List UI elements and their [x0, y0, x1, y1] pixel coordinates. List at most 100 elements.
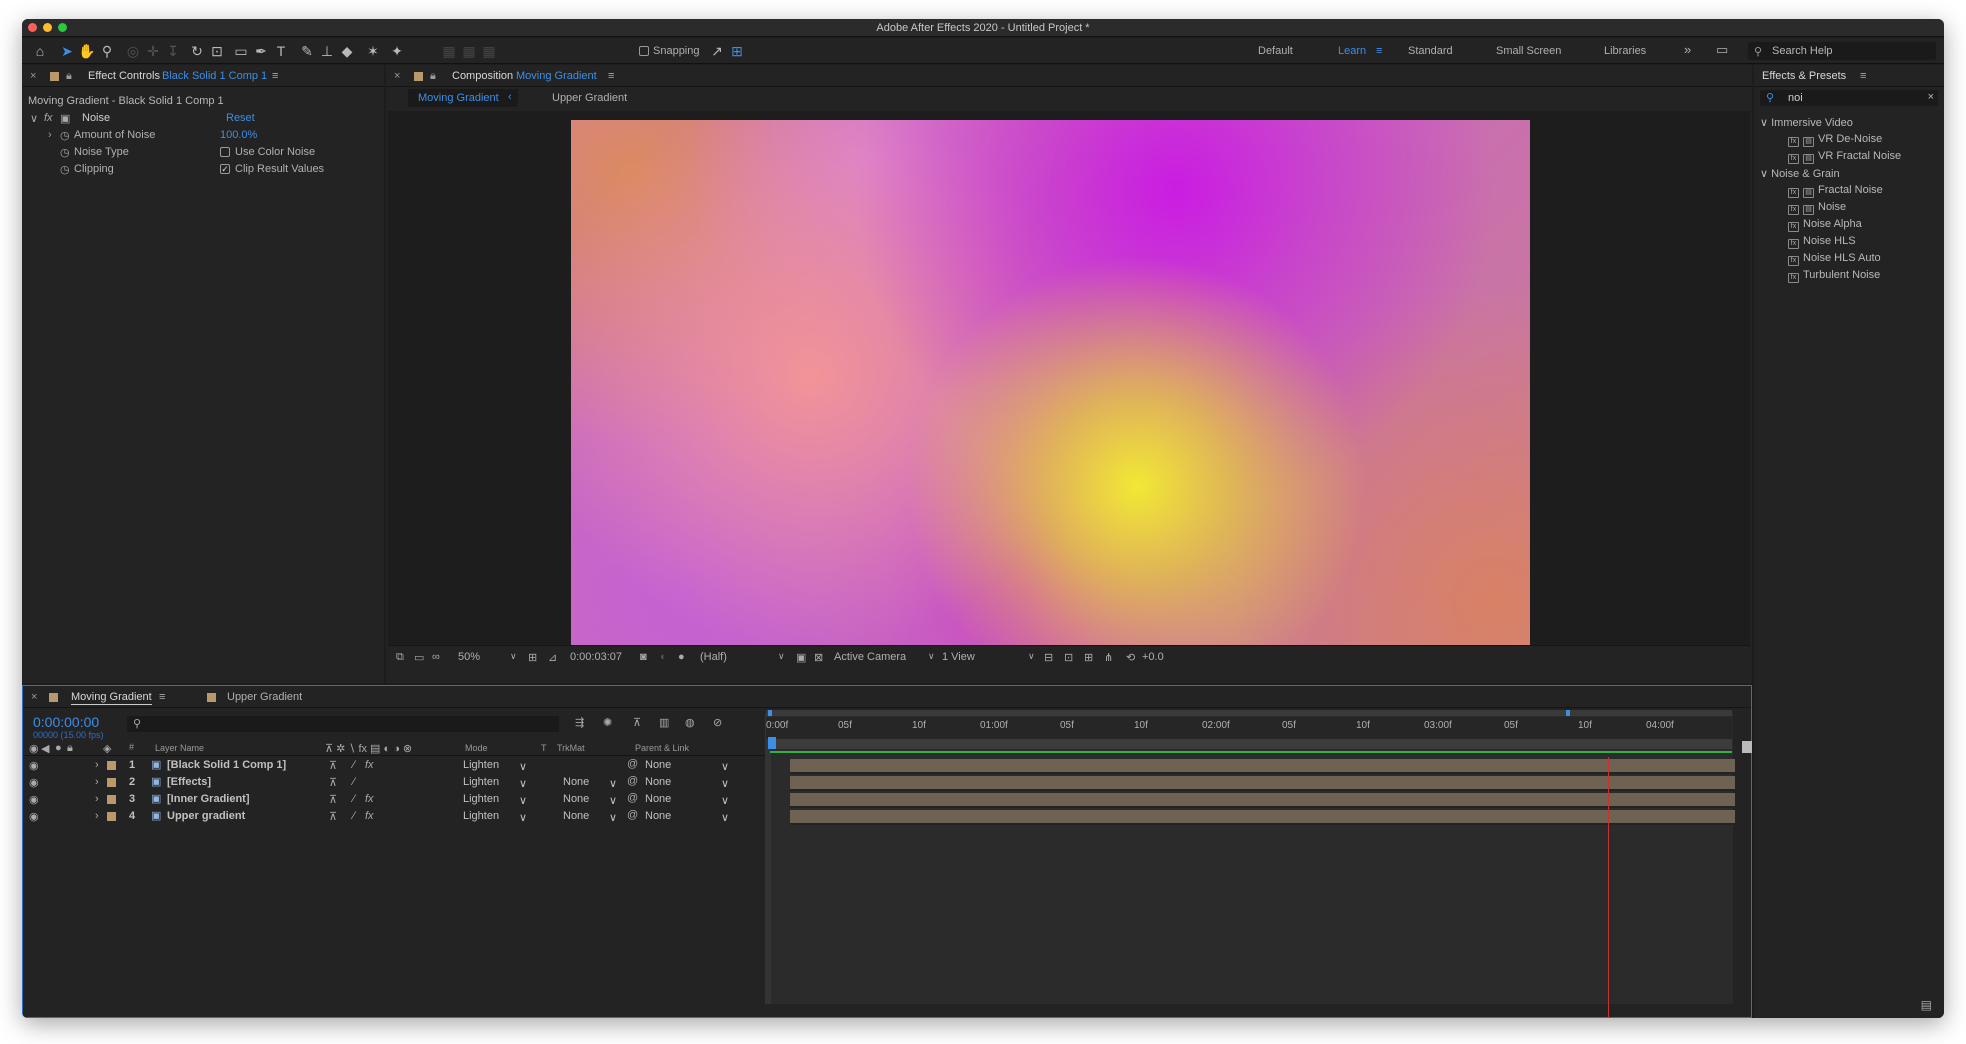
timeline-track-area[interactable] [771, 714, 1733, 1004]
flowchart-icon[interactable]: ⋔ [1104, 651, 1113, 664]
current-timecode[interactable]: 0:00:00:00 [33, 714, 99, 730]
resolution-dropdown[interactable]: (Half) [700, 651, 727, 663]
effect-item[interactable]: fx ▤ VR Fractal Noise [1788, 150, 1901, 164]
layer-row[interactable]: ◉ › 3 ▣ [Inner Gradient] ⊼ ∕ fx Lighten … [23, 792, 769, 808]
toggle-pixel-aspect-icon[interactable]: ⊟ [1044, 651, 1053, 664]
pick-whip-icon[interactable]: @ [627, 792, 638, 804]
transparency-grid-icon[interactable]: ⊠ [814, 651, 823, 664]
snap-grid-icon[interactable]: ⊞ [728, 42, 746, 60]
layer-track-bar[interactable] [790, 793, 1735, 808]
align-center-icon[interactable]: ▦ [460, 42, 478, 60]
effect-item[interactable]: fx Noise HLS Auto [1788, 252, 1881, 266]
group-noise-grain[interactable]: ∨ Noise & Grain [1760, 167, 1840, 180]
current-time-indicator-head[interactable] [768, 737, 776, 749]
reset-button[interactable]: Reset [226, 112, 255, 124]
pen-tool-icon[interactable]: ✒ [252, 42, 270, 60]
workspace-learn[interactable]: Learn [1338, 45, 1366, 57]
close-panel-icon[interactable]: × [31, 691, 37, 703]
reset-exposure-icon[interactable]: ⟲ [1126, 651, 1135, 664]
navigator-start-handle[interactable] [768, 710, 772, 716]
lock-icon[interactable]: 🔒︎ [66, 70, 72, 83]
layer-track-bar[interactable] [790, 776, 1735, 791]
pick-whip-icon[interactable]: @ [627, 809, 638, 821]
brush-tool-icon[interactable]: ✎ [298, 42, 316, 60]
effect-controls-tab[interactable]: Effect Controls [88, 70, 160, 82]
effect-item[interactable]: fx ▤ Fractal Noise [1788, 184, 1883, 198]
effect-item[interactable]: fx Noise Alpha [1788, 218, 1862, 232]
close-panel-icon[interactable]: × [394, 70, 400, 82]
parent-dropdown[interactable]: None [645, 793, 671, 805]
panel-menu-icon[interactable]: ≡ [159, 691, 165, 703]
quality-switch-icon[interactable]: ∕ [353, 759, 355, 771]
snapshot-camera-icon[interactable]: ◙ [640, 651, 647, 663]
more-workspaces-icon[interactable]: » [1684, 42, 1691, 57]
layer-row[interactable]: ◉ › 2 ▣ [Effects] ⊼ ∕ Lighten ∨ None ∨ @… [23, 775, 769, 791]
zoom-tool-icon[interactable]: ⚲ [98, 42, 116, 60]
effect-item[interactable]: fx Turbulent Noise [1788, 269, 1880, 283]
orbit-camera-icon[interactable]: ◎ [124, 42, 142, 60]
composition-viewer-frame[interactable] [571, 120, 1530, 651]
search-help-field[interactable]: ⚲ Search Help [1748, 42, 1936, 60]
eraser-tool-icon[interactable]: ◆ [338, 42, 356, 60]
selection-tool-icon[interactable]: ➤ [58, 42, 76, 60]
composition-tab[interactable]: Composition [452, 70, 513, 82]
rotation-tool-icon[interactable]: ↻ [188, 42, 206, 60]
effect-item[interactable]: fx ▤ Noise [1788, 201, 1846, 215]
expand-chevron-icon[interactable]: › [95, 793, 99, 805]
workspace-menu-icon[interactable]: ≡ [1376, 45, 1382, 57]
viewer-timecode[interactable]: 0:00:03:07 [570, 651, 622, 663]
layer-name[interactable]: Upper gradient [167, 810, 245, 822]
effect-item[interactable]: fx ▤ VR De-Noise [1788, 133, 1882, 147]
mode-dropdown[interactable]: Lighten [463, 759, 499, 771]
effect-noise-row[interactable]: ∨ fx ▣ Noise Reset [30, 112, 375, 126]
expand-chevron-icon[interactable]: › [95, 776, 99, 788]
close-panel-icon[interactable]: × [30, 70, 36, 82]
quality-switch-icon[interactable]: ∕ [353, 776, 355, 788]
lock-icon[interactable]: 🔒︎ [430, 70, 436, 83]
layer-name-header[interactable]: Layer Name [155, 743, 204, 753]
motion-blur-icon[interactable]: ◍ [685, 716, 695, 729]
monitor-icon[interactable]: ▭ [414, 651, 424, 664]
panel-menu-icon[interactable]: ≡ [608, 70, 614, 82]
parent-dropdown[interactable]: None [645, 776, 671, 788]
effect-controls-layer[interactable]: Black Solid 1 Comp 1 [162, 70, 267, 82]
always-preview-icon[interactable]: ⧉ [396, 651, 404, 664]
layer-track-bar[interactable] [790, 759, 1735, 774]
pan-camera-icon[interactable]: ✛ [144, 42, 162, 60]
camera-dropdown[interactable]: Active Camera [834, 651, 906, 663]
timeline-tab-upper-gradient[interactable]: Upper Gradient [227, 691, 302, 703]
eye-icon[interactable]: ◉ [29, 793, 39, 806]
parent-dropdown[interactable]: None [645, 810, 671, 822]
work-area-bar[interactable] [770, 739, 1732, 749]
layer-name[interactable]: [Effects] [167, 776, 211, 788]
stopwatch-icon[interactable]: ◷ [60, 146, 70, 159]
stopwatch-icon[interactable]: ◷ [60, 129, 70, 142]
align-right-icon[interactable]: ▦ [480, 42, 498, 60]
work-area-end-marker[interactable] [1742, 741, 1752, 753]
expand-chevron-icon[interactable]: › [95, 759, 99, 771]
draft-3d-icon[interactable]: ⊡ [1064, 651, 1073, 664]
timeline-tab-moving-gradient[interactable]: Moving Gradient [71, 691, 152, 705]
align-left-icon[interactable]: ▦ [440, 42, 458, 60]
roto-brush-tool-icon[interactable]: ✶ [364, 42, 382, 60]
mode-dropdown[interactable]: Lighten [463, 810, 499, 822]
workspace-libraries[interactable]: Libraries [1604, 45, 1646, 57]
pick-whip-icon[interactable]: @ [627, 758, 638, 770]
rectangle-tool-icon[interactable]: ▭ [232, 42, 250, 60]
puppet-tool-icon[interactable]: ✦ [388, 42, 406, 60]
trkmat-dropdown[interactable]: None [563, 810, 589, 822]
snapping-checkbox[interactable] [639, 46, 649, 56]
graph-editor-icon[interactable]: ⊘ [713, 716, 722, 729]
workspace-standard[interactable]: Standard [1408, 45, 1453, 57]
clone-stamp-tool-icon[interactable]: ⊥ [318, 42, 336, 60]
trkmat-dropdown[interactable]: None [563, 793, 589, 805]
fx-switch-icon[interactable]: fx [365, 810, 374, 822]
eye-icon[interactable]: ◉ [29, 776, 39, 789]
effect-item[interactable]: fx Noise HLS [1788, 235, 1856, 249]
mask-visibility-icon[interactable]: ∞ [432, 651, 440, 663]
views-dropdown[interactable]: 1 View [942, 651, 975, 663]
layer-row[interactable]: ◉ › 1 ▣ [Black Solid 1 Comp 1] ⊼ ∕ fx Li… [23, 758, 769, 774]
eye-icon[interactable]: ◉ [29, 759, 39, 772]
shy-switch-icon[interactable]: ⊼ [329, 759, 337, 772]
layer-name[interactable]: [Inner Gradient] [167, 793, 250, 805]
